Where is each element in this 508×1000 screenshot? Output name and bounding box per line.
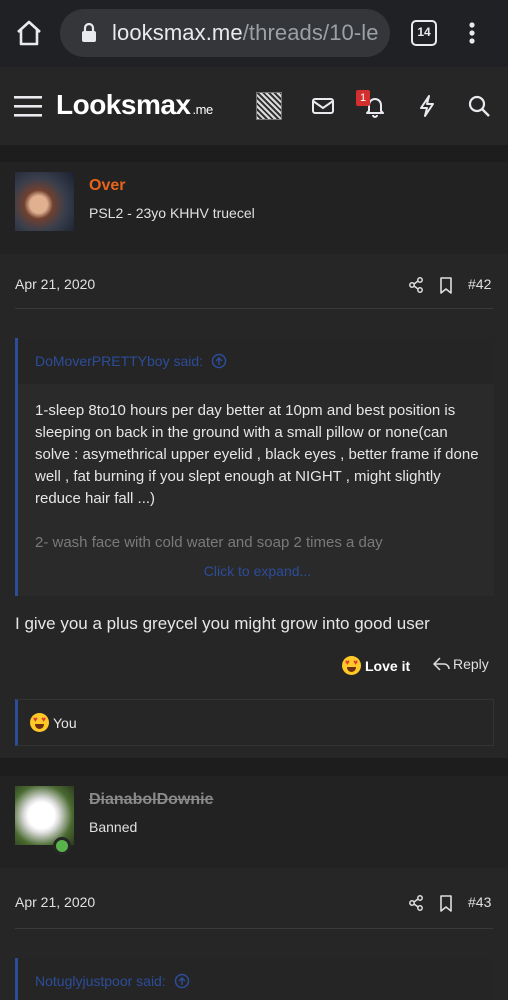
reaction-list: You: [30, 713, 77, 732]
lock-icon: [82, 23, 96, 42]
blockquote: Notuglyjustpoor said:: [15, 958, 494, 1000]
bookmark-icon[interactable]: [439, 277, 453, 294]
post-user-block: DianabolDownie Banned: [0, 776, 508, 868]
reply-arrow-icon: [433, 657, 450, 671]
reply-button[interactable]: Reply: [433, 656, 489, 672]
jump-to-post-icon[interactable]: [211, 353, 227, 369]
post-actions: Love it Reply: [0, 654, 508, 682]
post-date[interactable]: Apr 21, 2020: [15, 276, 95, 292]
blockquote: DoMoverPRETTYboy said: 1-sleep 8to10 hou…: [15, 338, 494, 596]
url-host: looksmax.me: [112, 20, 243, 45]
post-number[interactable]: #43: [468, 894, 491, 910]
quote-text-faded: 2- wash face with cold water and soap 2 …: [35, 534, 383, 551]
quote-header: Notuglyjustpoor said:: [18, 958, 494, 1000]
user-title: Banned: [89, 819, 138, 835]
post-date[interactable]: Apr 21, 2020: [15, 894, 95, 910]
menu-icon[interactable]: [14, 94, 42, 118]
quote-header: DoMoverPRETTYboy said:: [18, 338, 494, 384]
browser-toolbar: looksmax.me/threads/10-le 14: [0, 0, 508, 67]
site-header: Looksmax .me: [0, 67, 508, 145]
quote-source[interactable]: DoMoverPRETTYboy said:: [35, 353, 227, 369]
post-user-block: Over PSL2 - 23yo KHHV truecel: [0, 162, 508, 254]
inbox-icon[interactable]: [310, 93, 336, 119]
notification-badge: 1: [356, 90, 370, 106]
jump-to-post-icon[interactable]: [174, 973, 190, 989]
address-bar[interactable]: looksmax.me/threads/10-le: [60, 9, 390, 57]
heart-eyes-emoji-icon: [30, 713, 49, 732]
user-title: PSL2 - 23yo KHHV truecel: [89, 205, 255, 221]
post-meta: Apr 21, 2020 #42: [0, 266, 508, 302]
avatar[interactable]: [15, 172, 74, 231]
url-path: /threads/10-le: [242, 20, 379, 45]
more-options-icon[interactable]: [462, 18, 482, 48]
post-message: I give you a plus greycel you might grow…: [15, 614, 430, 633]
logo-text: Looksmax: [56, 89, 191, 120]
post: Over PSL2 - 23yo KHHV truecel Apr 21, 20…: [0, 162, 508, 758]
divider: [15, 928, 493, 929]
avatar[interactable]: [15, 786, 74, 845]
reactions-bar[interactable]: You: [15, 699, 494, 746]
quote-source[interactable]: Notuglyjustpoor said:: [35, 973, 190, 989]
home-icon[interactable]: [14, 18, 44, 48]
url-text: looksmax.me/threads/10-le: [112, 20, 379, 46]
love-it-button[interactable]: Love it: [342, 656, 410, 675]
share-icon[interactable]: [408, 895, 424, 911]
site-logo[interactable]: Looksmax .me: [56, 89, 213, 121]
quote-text: 1-sleep 8to10 hours per day better at 10…: [35, 402, 479, 507]
post-meta: Apr 21, 2020 #43: [0, 884, 508, 920]
post: DianabolDownie Banned Apr 21, 2020 #43 N…: [0, 776, 508, 1000]
bookmark-icon[interactable]: [439, 895, 453, 912]
username[interactable]: Over: [89, 177, 125, 195]
account-avatar[interactable]: [256, 92, 282, 120]
tab-switcher-button[interactable]: 14: [411, 20, 437, 46]
reacted-by: You: [53, 715, 77, 731]
whats-new-bolt-icon[interactable]: [414, 93, 440, 119]
search-icon[interactable]: [466, 93, 492, 119]
quote-body: 1-sleep 8to10 hours per day better at 10…: [35, 400, 485, 554]
online-status-icon: [53, 837, 71, 855]
username[interactable]: DianabolDownie: [89, 791, 213, 809]
logo-suffix: .me: [192, 102, 214, 117]
post-number[interactable]: #42: [468, 276, 491, 292]
divider: [15, 308, 493, 309]
share-icon[interactable]: [408, 277, 424, 293]
click-to-expand-link[interactable]: Click to expand...: [18, 563, 494, 579]
heart-eyes-emoji-icon: [342, 656, 361, 675]
